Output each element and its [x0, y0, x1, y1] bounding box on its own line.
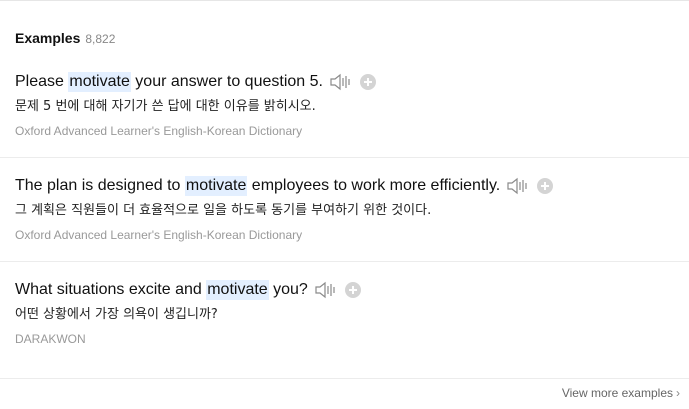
example-sentence: The plan is designed to motivate employe…: [15, 176, 689, 196]
view-more-examples-link[interactable]: View more examples ›: [562, 386, 680, 400]
highlighted-word: motivate: [206, 280, 269, 300]
add-icon[interactable]: [344, 282, 361, 298]
example-item: Please motivate your answer to question …: [15, 72, 689, 138]
sentence-text-after: employees to work more efficiently.: [247, 177, 501, 194]
sentence-text-after: you?: [268, 281, 308, 298]
add-icon[interactable]: [359, 74, 376, 90]
speaker-icon[interactable]: [329, 73, 351, 91]
example-item: What situations excite and motivate you?…: [15, 280, 689, 346]
examples-title: Examples: [15, 30, 81, 46]
sentence-text-before: Please: [15, 73, 69, 90]
example-divider: [0, 261, 689, 262]
speaker-icon[interactable]: [314, 281, 336, 299]
view-more-label: View more examples: [561, 386, 673, 400]
examples-count: 8,822: [85, 32, 116, 46]
example-source: DARAKWON: [15, 332, 86, 346]
add-icon[interactable]: [537, 178, 554, 194]
example-translation: 그 계획은 직원들이 더 효율적으로 일을 하도록 동기를 부여하기 위한 것이…: [15, 203, 432, 218]
footer-divider: [0, 378, 689, 379]
example-divider: [0, 157, 689, 158]
example-translation: 어떤 상황에서 가장 의욕이 생깁니까?: [15, 307, 218, 322]
highlighted-word: motivate: [68, 72, 131, 92]
chevron-right-icon: ›: [676, 386, 680, 400]
sentence-text-before: What situations excite and: [15, 281, 207, 298]
example-translation: 문제 5 번에 대해 자기가 쓴 답에 대한 이유를 밝히시오.: [15, 99, 316, 114]
highlighted-word: motivate: [184, 176, 248, 196]
example-sentence: What situations excite and motivate you?: [15, 280, 689, 300]
top-divider: [0, 0, 689, 1]
speaker-icon[interactable]: [506, 177, 528, 195]
example-sentence: Please motivate your answer to question …: [15, 72, 689, 92]
examples-header: Examples 8,822: [15, 30, 115, 46]
sentence-text-before: The plan is designed to: [15, 177, 185, 194]
example-source: Oxford Advanced Learner's English-Korean…: [15, 228, 303, 242]
example-item: The plan is designed to motivate employe…: [15, 176, 689, 242]
example-source: Oxford Advanced Learner's English-Korean…: [15, 124, 303, 138]
sentence-text-after: your answer to question 5.: [130, 73, 323, 90]
